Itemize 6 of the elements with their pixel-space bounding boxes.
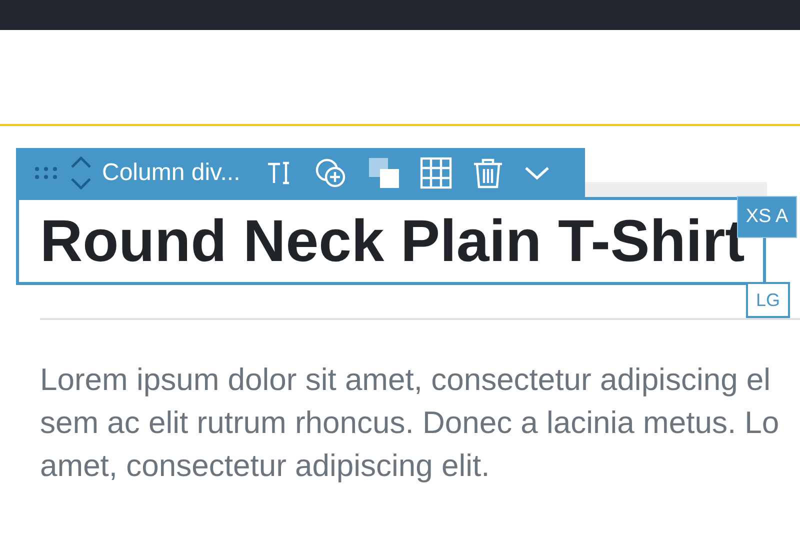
drag-handle-icon[interactable] <box>34 166 58 180</box>
block-label: Column div... <box>102 158 240 188</box>
breakpoint-badge[interactable]: LG <box>746 282 790 318</box>
move-up-down-icon[interactable] <box>70 156 92 190</box>
product-description: Lorem ipsum dolor sit amet, consectetur adipiscing el sem ac elit rutrum rhoncus. Donec a lacinia metus. Lo amet, consectetur adipiscing elit. <box>40 361 780 485</box>
breakpoint-badge[interactable]: XS A <box>737 196 797 238</box>
